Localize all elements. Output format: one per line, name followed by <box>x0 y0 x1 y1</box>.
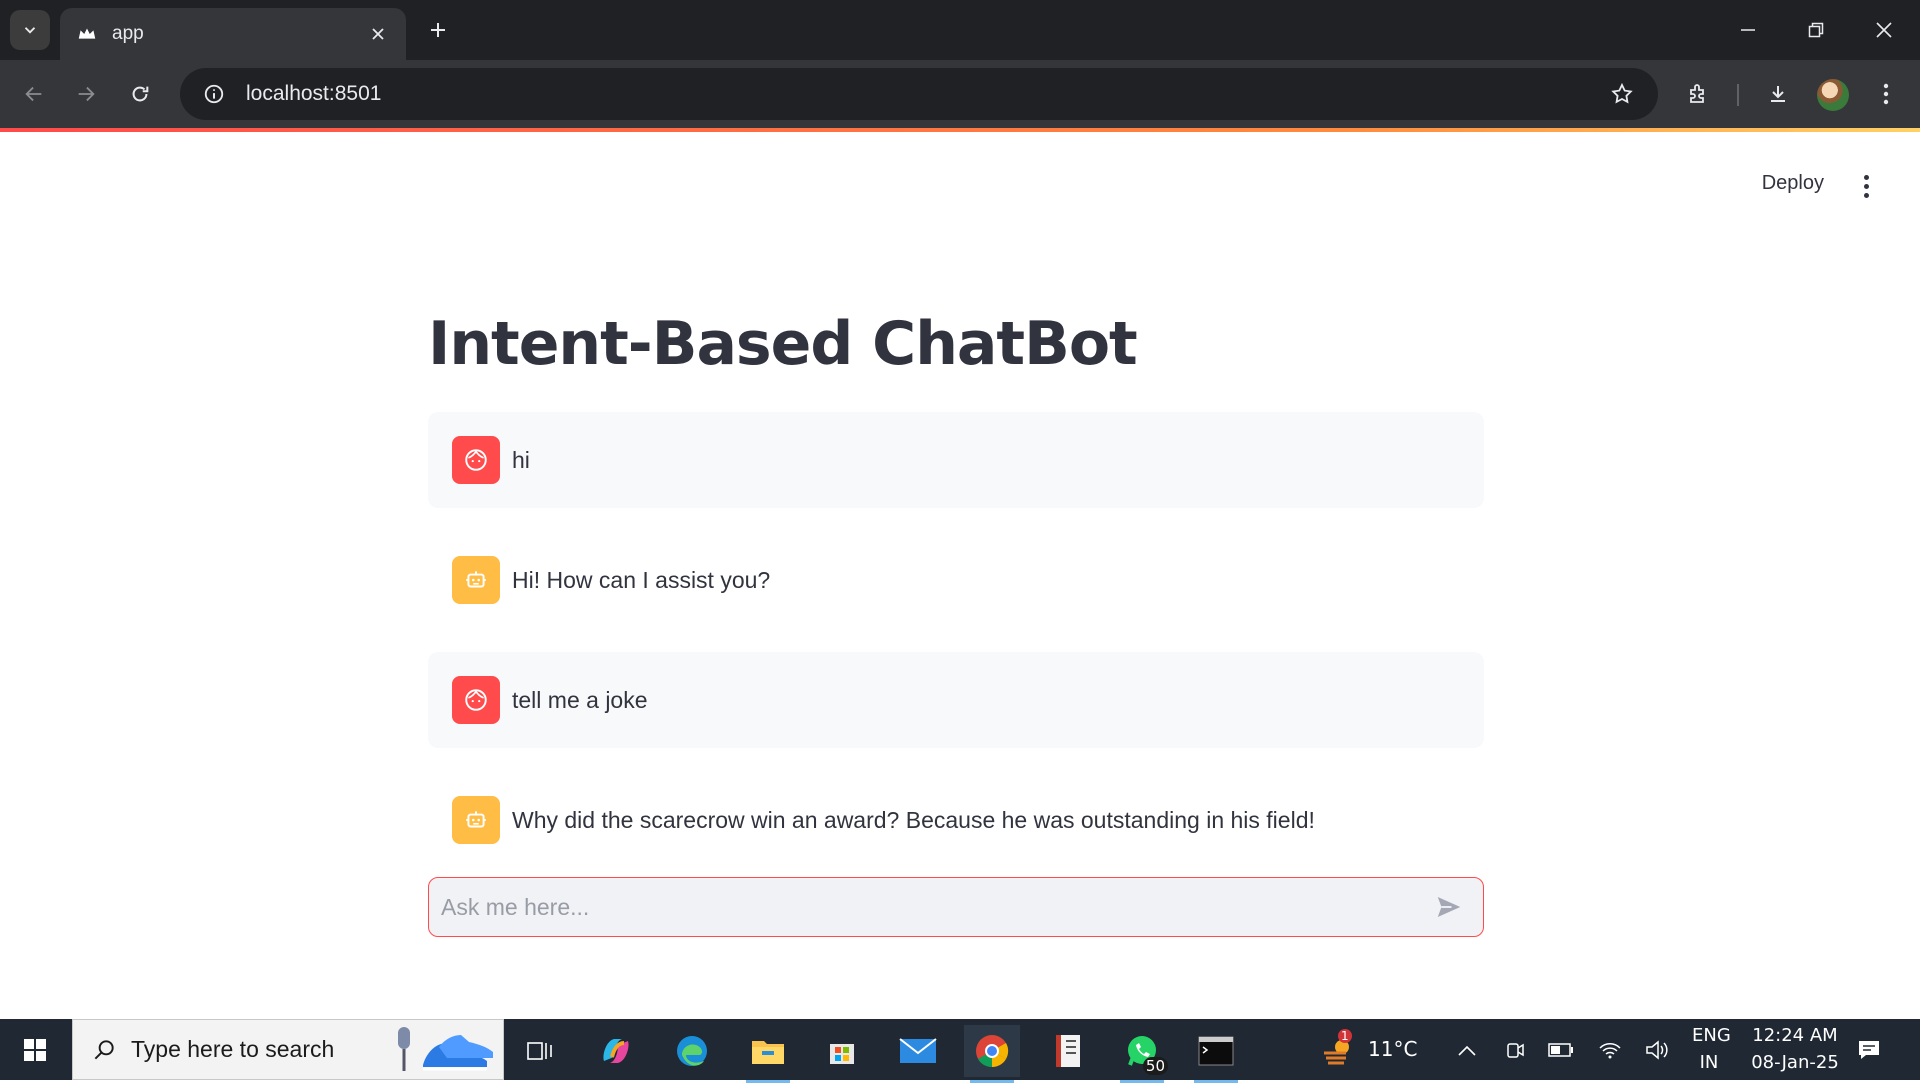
search-icon <box>94 1039 114 1059</box>
message-text: tell me a joke <box>512 686 648 713</box>
taskbar-app-copilot[interactable] <box>588 1025 644 1077</box>
app-menu-icon[interactable] <box>1852 172 1880 200</box>
kebab-menu-icon <box>1883 83 1889 105</box>
whatsapp-unread-badge: 50 <box>1142 1057 1168 1075</box>
chat-input-box <box>428 877 1484 937</box>
user-avatar-icon <box>452 676 500 724</box>
chat-message-assistant: Hi! How can I assist you? <box>428 532 1484 628</box>
mail-icon <box>899 1038 937 1063</box>
tally-erp-icon <box>1056 1035 1080 1067</box>
browser-menu-button[interactable] <box>1866 74 1906 114</box>
message-text: Hi! How can I assist you? <box>512 566 771 593</box>
sneakers-icon <box>423 1034 493 1070</box>
terminal-icon <box>1198 1036 1234 1066</box>
restore-icon <box>1808 22 1824 38</box>
tab-search-button[interactable] <box>10 10 50 50</box>
send-icon <box>1437 897 1461 917</box>
robot-avatar-icon <box>452 556 500 604</box>
message-text: Why did the scarecrow win an award? Beca… <box>512 806 1315 833</box>
region-indicator: IN <box>1699 1052 1719 1073</box>
taskbar-app-whatsapp[interactable]: 50 <box>1114 1025 1170 1083</box>
chrome-icon <box>976 1035 1009 1068</box>
app-viewport: Deploy Intent-Based ChatBot hi Hi! How c… <box>0 132 1920 1019</box>
bookmark-star-icon[interactable] <box>1596 68 1648 120</box>
taskbar-app-terminal[interactable] <box>1188 1025 1244 1083</box>
taskbar-app-mail[interactable] <box>890 1025 946 1077</box>
taskbar-app-chrome[interactable] <box>964 1025 1020 1083</box>
close-icon <box>1876 22 1892 38</box>
chat-input-field[interactable] <box>429 878 1421 936</box>
puzzle-icon <box>1690 84 1704 103</box>
taskbar-search-placeholder: Type here to search <box>131 1036 335 1062</box>
volume-icon[interactable] <box>1642 1035 1672 1065</box>
site-info-icon[interactable] <box>188 68 240 120</box>
windows-taskbar: Type here to search 50 1 11°C ENG IN 12:… <box>0 1019 1920 1083</box>
temperature-text[interactable]: 11°C <box>1368 1037 1417 1061</box>
download-icon <box>1771 86 1785 102</box>
robot-avatar-icon <box>452 796 500 844</box>
wifi-icon[interactable] <box>1595 1035 1625 1065</box>
arrow-left-icon <box>25 86 42 102</box>
message-text: hi <box>512 446 530 473</box>
tab-title: app <box>112 23 144 44</box>
reload-button[interactable] <box>120 74 160 114</box>
address-bar[interactable]: localhost:8501 <box>180 68 1658 120</box>
taskbar-app-edge[interactable] <box>664 1025 720 1077</box>
send-button[interactable] <box>1421 879 1477 935</box>
taskbar-app-file-explorer[interactable] <box>740 1025 796 1083</box>
start-button[interactable] <box>0 1019 70 1080</box>
taskbar-search-box[interactable]: Type here to search <box>72 1019 504 1080</box>
back-button[interactable] <box>14 74 54 114</box>
page-title: Intent-Based ChatBot <box>428 309 1138 379</box>
chat-message-assistant: Why did the scarecrow win an award? Beca… <box>428 772 1484 868</box>
battery-icon[interactable] <box>1546 1035 1576 1065</box>
forward-button[interactable] <box>66 74 106 114</box>
minimize-window-button[interactable] <box>1714 0 1782 60</box>
microphone-icon <box>398 1026 410 1071</box>
arrow-right-icon <box>78 86 95 102</box>
copilot-icon <box>603 1039 629 1063</box>
streamlit-crown-icon <box>78 28 96 39</box>
user-avatar-icon <box>452 436 500 484</box>
taskbar-app-tally[interactable] <box>1040 1025 1096 1077</box>
browser-tab-active[interactable]: app <box>60 8 406 60</box>
weather-alert-badge: 1 <box>1338 1029 1352 1043</box>
browser-tab-bar: app <box>0 0 1920 60</box>
new-tab-button[interactable] <box>420 12 456 48</box>
edge-icon <box>677 1036 707 1066</box>
clock-date: 08-Jan-25 <box>1751 1052 1839 1073</box>
notification-center-icon[interactable] <box>1854 1035 1884 1065</box>
close-tab-icon[interactable] <box>364 20 392 48</box>
show-hidden-icons-icon[interactable] <box>1452 1035 1482 1065</box>
browser-toolbar: localhost:8501 <box>0 60 1920 128</box>
meet-now-icon[interactable] <box>1500 1035 1530 1065</box>
restore-window-button[interactable] <box>1782 0 1850 60</box>
task-view-button[interactable] <box>512 1025 568 1077</box>
clock-time[interactable]: 12:24 AM <box>1742 1025 1848 1046</box>
main-content: Intent-Based ChatBot hi Hi! How can I as… <box>428 302 1484 892</box>
downloads-button[interactable] <box>1758 74 1798 114</box>
reload-icon <box>132 86 149 102</box>
deploy-button[interactable]: Deploy <box>1762 172 1824 195</box>
language-indicator[interactable]: ENG <box>1692 1025 1731 1046</box>
extensions-button[interactable] <box>1678 74 1718 114</box>
chat-message-user: tell me a joke <box>428 652 1484 748</box>
toolbar-divider <box>1737 84 1739 106</box>
minimize-icon <box>1741 29 1755 31</box>
profile-avatar[interactable] <box>1817 79 1849 111</box>
close-window-button[interactable] <box>1850 0 1918 60</box>
folder-icon <box>752 1041 784 1064</box>
task-view-icon <box>527 1042 552 1060</box>
chat-message-user: hi <box>428 412 1484 508</box>
windows-logo-icon <box>24 1038 46 1061</box>
taskbar-app-store[interactable] <box>814 1025 870 1077</box>
plus-icon <box>431 23 445 37</box>
store-icon <box>830 1044 854 1064</box>
chevron-down-icon <box>24 27 36 34</box>
url-text: localhost:8501 <box>246 82 382 105</box>
